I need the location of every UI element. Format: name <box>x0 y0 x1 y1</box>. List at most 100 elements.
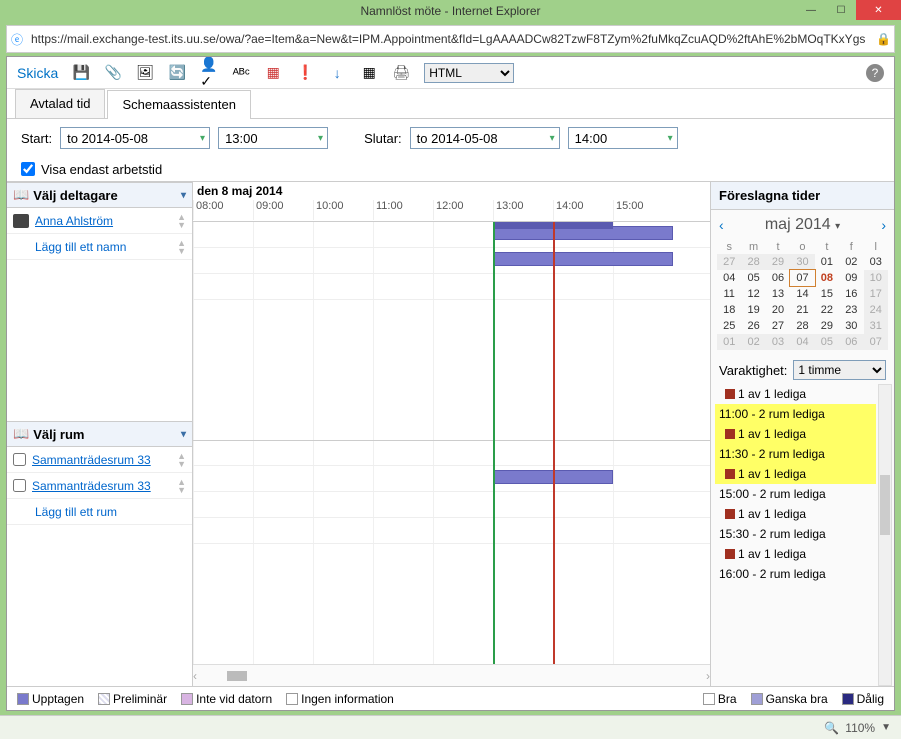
suggested-time-item[interactable]: 15:30 - 2 rum lediga <box>715 524 876 544</box>
spinner-icon[interactable]: ▲▼ <box>177 478 186 494</box>
start-marker[interactable] <box>493 222 495 664</box>
suggested-time-item[interactable]: 1 av 1 lediga <box>715 424 876 444</box>
attendees-header[interactable]: 📖 Välj deltagare ▾ <box>7 182 192 208</box>
suggested-time-item[interactable]: 1 av 1 lediga <box>715 464 876 484</box>
save-icon[interactable]: 💾 <box>72 64 90 82</box>
insert-image-icon[interactable]: 🖼 <box>136 64 154 82</box>
add-room-link[interactable]: Lägg till ett rum <box>35 505 117 519</box>
suggested-time-item[interactable]: 11:30 - 2 rum lediga <box>715 444 876 464</box>
calendar-day[interactable]: 13 <box>766 286 790 302</box>
scroll-thumb[interactable] <box>880 475 890 535</box>
end-marker[interactable] <box>553 222 555 664</box>
month-label[interactable]: maj 2014 ▾ <box>765 216 840 234</box>
calendar-day[interactable]: 14 <box>790 286 814 302</box>
calendar-day[interactable]: 24 <box>864 302 888 318</box>
zoom-dropdown-icon[interactable]: ▼ <box>881 722 891 733</box>
calendar-day[interactable]: 09 <box>839 270 863 286</box>
calendar-day[interactable]: 08 <box>815 270 839 286</box>
calendar-day[interactable]: 07 <box>790 270 814 286</box>
calendar-day[interactable]: 10 <box>864 270 888 286</box>
calendar-day[interactable]: 27 <box>717 254 741 270</box>
attendee-row[interactable]: Anna Ahlström ▲▼ <box>7 208 192 234</box>
suggested-time-item[interactable]: 15:00 - 2 rum lediga <box>715 484 876 504</box>
duration-select[interactable]: 1 timme <box>793 360 886 380</box>
calendar-day[interactable]: 07 <box>864 334 888 350</box>
suggested-time-item[interactable]: 1 av 1 lediga <box>715 544 876 564</box>
room-row[interactable]: Sammanträdesrum 33 ▲▼ <box>7 447 192 473</box>
calendar-day[interactable]: 22 <box>815 302 839 318</box>
calendar-day[interactable]: 31 <box>864 318 888 334</box>
attach-icon[interactable]: 📎 <box>104 64 122 82</box>
calendar-day[interactable]: 30 <box>790 254 814 270</box>
calendar-day[interactable]: 20 <box>766 302 790 318</box>
prev-month-button[interactable]: ‹ <box>719 217 724 233</box>
add-room-row[interactable]: Lägg till ett rum <box>7 499 192 525</box>
calendar-day[interactable]: 12 <box>741 286 765 302</box>
scroll-thumb[interactable] <box>227 671 247 681</box>
window-close-button[interactable]: ✕ <box>856 0 901 20</box>
horizontal-scrollbar[interactable]: ‹ › <box>193 664 710 686</box>
calendar-day[interactable]: 18 <box>717 302 741 318</box>
calendar-day[interactable]: 02 <box>839 254 863 270</box>
calendar-day[interactable]: 03 <box>864 254 888 270</box>
cancel-invitation-icon[interactable]: ▦ <box>264 64 282 82</box>
end-time-combo[interactable]: 14:00 <box>568 127 678 149</box>
room-name[interactable]: Sammanträdesrum 33 <box>32 453 151 467</box>
add-attendee-link[interactable]: Lägg till ett namn <box>35 240 126 254</box>
calendar-day[interactable]: 19 <box>741 302 765 318</box>
calendar-day[interactable]: 25 <box>717 318 741 334</box>
send-button[interactable]: Skicka <box>17 65 58 81</box>
categorize-icon[interactable]: ▦ <box>360 64 378 82</box>
calendar-day[interactable]: 04 <box>790 334 814 350</box>
room-name[interactable]: Sammanträdesrum 33 <box>32 479 151 493</box>
suggestions-scrollbar[interactable] <box>878 384 892 686</box>
calendar-day[interactable]: 04 <box>717 270 741 286</box>
zoom-icon[interactable]: 🔍 <box>824 721 839 735</box>
room-row[interactable]: Sammanträdesrum 33 ▲▼ <box>7 473 192 499</box>
timeline-grid[interactable] <box>193 222 710 664</box>
calendar-day[interactable]: 02 <box>741 334 765 350</box>
window-minimize-button[interactable]: — <box>796 0 826 20</box>
calendar-day[interactable]: 23 <box>839 302 863 318</box>
calendar-day[interactable]: 05 <box>741 270 765 286</box>
calendar-day[interactable]: 03 <box>766 334 790 350</box>
help-icon[interactable]: ? <box>866 64 884 82</box>
check-names-icon[interactable]: 👤✓ <box>200 64 218 82</box>
calendar-day[interactable]: 06 <box>839 334 863 350</box>
calendar-day[interactable]: 17 <box>864 286 888 302</box>
importance-high-icon[interactable]: ❗ <box>296 64 314 82</box>
room-checkbox[interactable] <box>13 453 26 466</box>
importance-low-icon[interactable]: ↓ <box>328 64 346 82</box>
calendar-day[interactable]: 05 <box>815 334 839 350</box>
scroll-left-icon[interactable]: ‹ <box>193 669 197 683</box>
mini-calendar[interactable]: smtotfl272829300102030405060708091011121… <box>711 240 894 356</box>
start-time-combo[interactable]: 13:00 <box>218 127 328 149</box>
add-attendee-row[interactable]: Lägg till ett namn ▲▼ <box>7 234 192 260</box>
address-bar[interactable]: ⓔ https://mail.exchange-test.its.uu.se/o… <box>6 25 895 53</box>
next-month-button[interactable]: › <box>881 217 886 233</box>
tab-scheduling[interactable]: Schemaassistenten <box>107 90 250 119</box>
spinner-icon[interactable]: ▲▼ <box>177 239 186 255</box>
attendee-name[interactable]: Anna Ahlström <box>35 214 113 228</box>
suggested-time-item[interactable]: 11:00 - 2 rum lediga <box>715 404 876 424</box>
calendar-day[interactable]: 26 <box>741 318 765 334</box>
spinner-icon[interactable]: ▲▼ <box>177 452 186 468</box>
calendar-day[interactable]: 29 <box>815 318 839 334</box>
calendar-day[interactable]: 15 <box>815 286 839 302</box>
calendar-day[interactable]: 16 <box>839 286 863 302</box>
end-date-combo[interactable]: to 2014-05-08 <box>410 127 560 149</box>
calendar-day[interactable]: 28 <box>741 254 765 270</box>
calendar-day[interactable]: 01 <box>815 254 839 270</box>
calendar-day[interactable]: 06 <box>766 270 790 286</box>
scroll-right-icon[interactable]: › <box>706 669 710 683</box>
window-maximize-button[interactable]: ☐ <box>826 0 856 20</box>
zoom-level[interactable]: 110% <box>845 721 875 735</box>
calendar-day[interactable]: 29 <box>766 254 790 270</box>
rooms-header[interactable]: 📖 Välj rum ▾ <box>7 421 192 447</box>
recurrence-icon[interactable]: 🔄 <box>168 64 186 82</box>
start-date-combo[interactable]: to 2014-05-08 <box>60 127 210 149</box>
tab-appointment[interactable]: Avtalad tid <box>15 89 105 118</box>
suggested-time-item[interactable]: 1 av 1 lediga <box>715 384 876 404</box>
spellcheck-icon[interactable]: ᴬᴮᶜ <box>232 64 250 82</box>
spinner-icon[interactable]: ▲▼ <box>177 213 186 229</box>
